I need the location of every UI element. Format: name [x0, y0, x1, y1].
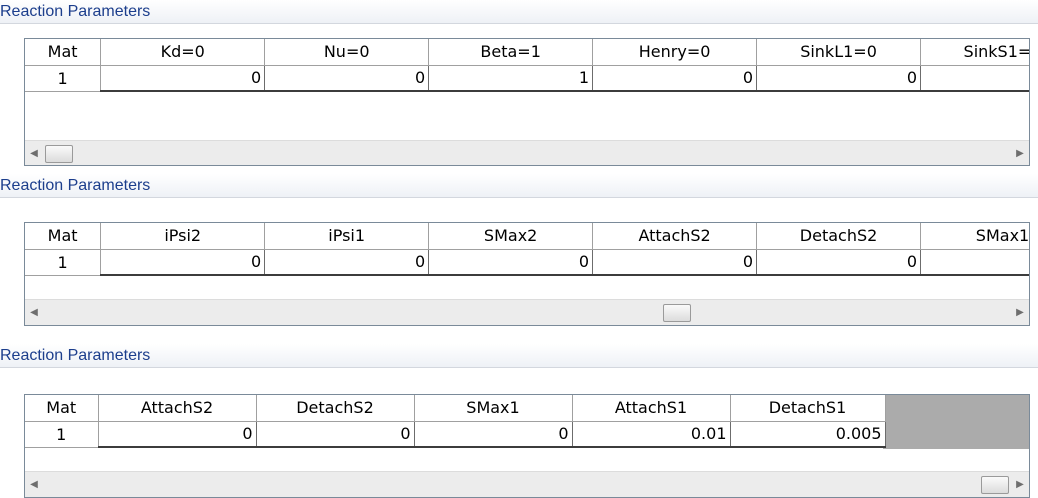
- scrollbar-thumb[interactable]: [662, 304, 691, 322]
- scrollbar-thumb[interactable]: [981, 476, 1009, 494]
- table-cell[interactable]: 0: [592, 249, 758, 276]
- scrollbar-thumb[interactable]: [45, 145, 73, 163]
- table-cell[interactable]: 0: [592, 65, 758, 92]
- parameters-grid: Mat AttachS2 DetachS2 SMax1 AttachS1 Det…: [24, 394, 1030, 498]
- table-cell[interactable]: 0: [100, 249, 266, 276]
- table-cell[interactable]: 0: [100, 65, 266, 92]
- horizontal-scrollbar[interactable]: ◀ ▶: [25, 140, 1029, 165]
- reaction-parameters-panel-2: Reaction Parameters Mat iPsi2 iPsi1 SMax…: [0, 174, 1038, 334]
- reaction-parameters-panel-3: Reaction Parameters Mat AttachS2 DetachS…: [0, 344, 1038, 498]
- table-cell[interactable]: 0: [264, 65, 430, 92]
- table-cell[interactable]: 0: [414, 421, 573, 448]
- table-row: 1 0 0 0 0 0 0: [25, 249, 1029, 276]
- column-header[interactable]: Kd=0: [100, 39, 266, 66]
- table-row: 1 0 0 1 0 0 0: [25, 65, 1029, 92]
- horizontal-scrollbar[interactable]: ◀ ▶: [25, 471, 1029, 497]
- column-header[interactable]: iPsi1: [264, 223, 430, 250]
- row-header-cell[interactable]: 1: [25, 421, 99, 448]
- column-header[interactable]: SinkS1=0: [920, 39, 1029, 66]
- table-cell[interactable]: 0: [264, 249, 430, 276]
- column-header[interactable]: SMax2: [428, 223, 594, 250]
- parameters-table: Mat AttachS2 DetachS2 SMax1 AttachS1 Det…: [25, 395, 886, 448]
- column-header[interactable]: SinkL1=0: [756, 39, 922, 66]
- table-cell[interactable]: 0: [756, 249, 922, 276]
- column-header[interactable]: AttachS2: [98, 395, 257, 422]
- table-cell[interactable]: 0.01: [572, 421, 731, 448]
- row-header-cell[interactable]: 1: [25, 249, 102, 276]
- header-row: Mat Kd=0 Nu=0 Beta=1 Henry=0 SinkL1=0 Si…: [25, 39, 1029, 66]
- arrow-left-icon[interactable]: ◀: [25, 141, 43, 165]
- panel-header: Reaction Parameters: [0, 174, 1038, 198]
- table-cell[interactable]: 0: [756, 65, 922, 92]
- column-header[interactable]: Henry=0: [592, 39, 758, 66]
- column-header[interactable]: SMax1: [920, 223, 1029, 250]
- horizontal-scrollbar[interactable]: ◀ ▶: [25, 299, 1029, 325]
- column-header[interactable]: Beta=1: [428, 39, 594, 66]
- column-header[interactable]: AttachS1: [572, 395, 731, 422]
- arrow-left-icon[interactable]: ◀: [25, 300, 43, 325]
- column-header[interactable]: DetachS2: [756, 223, 922, 250]
- header-row: Mat AttachS2 DetachS2 SMax1 AttachS1 Det…: [25, 395, 886, 422]
- table-cell[interactable]: 0.005: [730, 421, 886, 448]
- panel-title: Reaction Parameters: [0, 347, 151, 364]
- column-header[interactable]: iPsi2: [100, 223, 266, 250]
- column-header[interactable]: AttachS2: [592, 223, 758, 250]
- table-cell[interactable]: 0: [920, 249, 1029, 276]
- table-cell[interactable]: 0: [920, 65, 1029, 92]
- table-row: 1 0 0 0 0.01 0.005: [25, 421, 886, 448]
- table-cell[interactable]: 0: [256, 421, 415, 448]
- arrow-right-icon[interactable]: ▶: [1011, 141, 1029, 165]
- row-header-cell[interactable]: 1: [25, 65, 102, 92]
- column-header[interactable]: Mat: [25, 39, 102, 66]
- table-cell[interactable]: 0: [98, 421, 257, 448]
- column-header[interactable]: Mat: [25, 223, 102, 250]
- parameters-grid: Mat iPsi2 iPsi1 SMax2 AttachS2 DetachS2 …: [24, 222, 1030, 326]
- column-header[interactable]: DetachS1: [730, 395, 886, 422]
- panel-title: Reaction Parameters: [0, 3, 151, 20]
- panel-header: Reaction Parameters: [0, 0, 1038, 24]
- parameters-grid: Mat Kd=0 Nu=0 Beta=1 Henry=0 SinkL1=0 Si…: [24, 38, 1030, 166]
- column-header[interactable]: Nu=0: [264, 39, 430, 66]
- table-cell[interactable]: 1: [428, 65, 594, 92]
- column-header[interactable]: SMax1: [414, 395, 573, 422]
- panel-title: Reaction Parameters: [0, 177, 151, 194]
- reaction-parameters-panel-1: Reaction Parameters Mat Kd=0 Nu=0 Beta=1…: [0, 0, 1038, 168]
- arrow-right-icon[interactable]: ▶: [1011, 300, 1029, 325]
- column-header[interactable]: Mat: [25, 395, 99, 422]
- parameters-table: Mat Kd=0 Nu=0 Beta=1 Henry=0 SinkL1=0 Si…: [25, 39, 1029, 92]
- panel-header: Reaction Parameters: [0, 344, 1038, 368]
- arrow-right-icon[interactable]: ▶: [1011, 472, 1029, 497]
- header-row: Mat iPsi2 iPsi1 SMax2 AttachS2 DetachS2 …: [25, 223, 1029, 250]
- arrow-left-icon[interactable]: ◀: [25, 472, 43, 497]
- column-header[interactable]: DetachS2: [256, 395, 415, 422]
- table-cell[interactable]: 0: [428, 249, 594, 276]
- parameters-table: Mat iPsi2 iPsi1 SMax2 AttachS2 DetachS2 …: [25, 223, 1029, 276]
- grid-empty-area: [883, 395, 1029, 449]
